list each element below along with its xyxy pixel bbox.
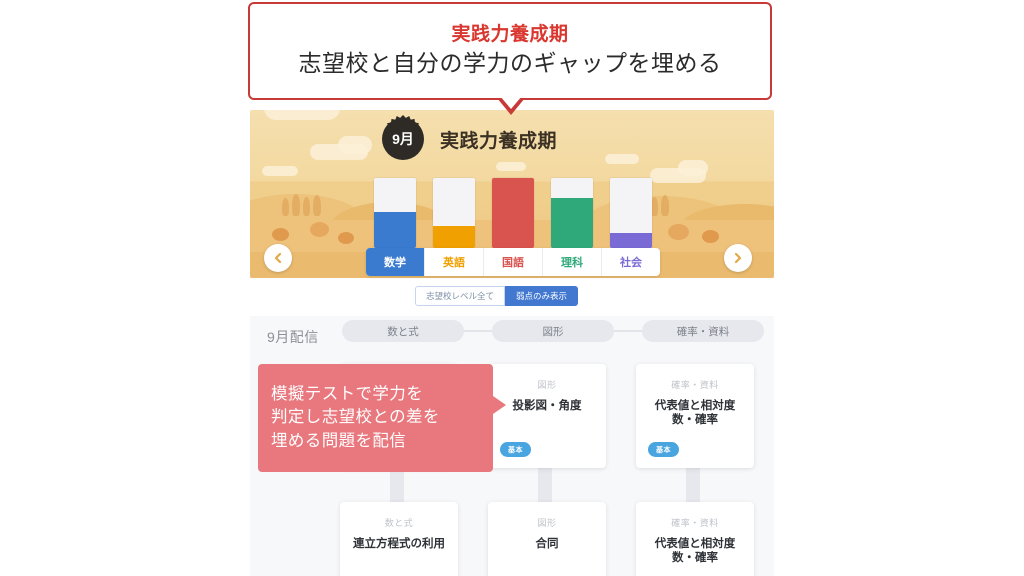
annotation-note-line: 模擬テストで学力を	[271, 384, 424, 403]
card-category-label: 図形	[537, 380, 557, 390]
next-month-button[interactable]	[724, 244, 752, 272]
annotation-note: 模擬テストで学力を 判定し志望校との差を 埋める問題を配信	[258, 364, 493, 472]
pumpkin-decor	[702, 230, 719, 243]
subject-tab-strip[interactable]: 数学 英語 国語 理科 社会	[366, 248, 660, 276]
tree-decor	[292, 194, 300, 216]
card-title: 合同	[535, 538, 559, 550]
subject-bar-fill	[551, 197, 593, 248]
pumpkin-decor	[272, 228, 289, 241]
card-category-label: 確率・資料	[671, 518, 719, 528]
callout-bubble: 実践力養成期 志望校と自分の学力のギャップを埋める	[248, 2, 772, 100]
card-level-badge: 基本	[500, 442, 531, 457]
card-title: 投影図・角度	[512, 400, 582, 412]
month-badge: 9月	[382, 118, 424, 160]
assignment-card[interactable]: 確率・資料代表値と相対度数・確率応用	[636, 502, 754, 576]
month-badge-label: 9月	[392, 131, 414, 147]
card-category-label: 確率・資料	[671, 380, 719, 390]
subject-tab-英語[interactable]: 英語	[425, 248, 484, 276]
pumpkin-decor	[310, 222, 329, 237]
annotation-note-line: 判定し志望校との差を	[271, 408, 440, 427]
chevron-right-icon	[732, 252, 744, 264]
subject-tab-社会[interactable]: 社会	[602, 248, 660, 276]
assignment-card[interactable]: 数と式連立方程式の利用応用	[340, 502, 458, 576]
filter-toggle-0[interactable]: 志望校レベル全て	[415, 286, 506, 306]
subject-bar-社会	[610, 178, 652, 248]
subject-bar-fill	[610, 232, 652, 248]
card-category-label: 数と式	[384, 518, 414, 528]
tree-decor	[651, 197, 658, 216]
slide-root: 実践力養成期 志望校と自分の学力のギャップを埋める 9月 実践力養成期 数学 英…	[0, 0, 1024, 576]
assignment-card[interactable]: 図形投影図・角度基本	[488, 364, 606, 468]
subject-bar-国語	[492, 178, 534, 248]
cloud-decor	[678, 160, 708, 176]
subject-bar-理科	[551, 178, 593, 248]
cloud-decor	[338, 136, 372, 154]
subject-bar-fill	[433, 225, 475, 248]
cloud-decor	[496, 162, 526, 171]
subject-bar-fill	[374, 211, 416, 248]
subject-tab-国語[interactable]: 国語	[484, 248, 543, 276]
callout-subtitle: 志望校と自分の学力のギャップを埋める	[298, 49, 722, 76]
card-level-badge: 基本	[648, 442, 679, 457]
subject-tab-理科[interactable]: 理科	[543, 248, 602, 276]
card-title: 代表値と相対度 数・確率	[654, 538, 736, 565]
subject-bar-fill	[492, 178, 534, 248]
prev-month-button[interactable]	[264, 244, 292, 272]
card-title: 連立方程式の利用	[353, 538, 445, 550]
filter-toggle-group[interactable]: 志望校レベル全て 弱点のみ表示	[415, 286, 579, 306]
subject-bar-英語	[433, 178, 475, 248]
card-title: 代表値と相対度 数・確率	[654, 400, 736, 427]
tree-decor	[661, 195, 669, 216]
filter-toggle-1[interactable]: 弱点のみ表示	[505, 286, 579, 306]
subject-bar-数学	[374, 178, 416, 248]
column-connector	[686, 468, 700, 504]
column-connector	[390, 468, 404, 504]
column-connector	[538, 468, 552, 504]
category-pill-数と式[interactable]: 数と式	[342, 320, 464, 342]
subject-bars	[374, 178, 652, 248]
category-pill-確率・資料[interactable]: 確率・資料	[642, 320, 764, 342]
chevron-left-icon	[272, 252, 284, 264]
callout-title: 実践力養成期	[451, 23, 569, 45]
category-pill-図形[interactable]: 図形	[492, 320, 614, 342]
subject-tab-数学[interactable]: 数学	[366, 248, 425, 276]
tree-decor	[282, 198, 289, 216]
cloud-decor	[262, 166, 298, 176]
annotation-note-line: 埋める問題を配信	[271, 431, 407, 450]
feed-month-label: 9月配信	[267, 329, 319, 345]
banner-title: 実践力養成期	[440, 131, 558, 152]
cloud-decor	[264, 110, 340, 120]
assignment-card[interactable]: 確率・資料代表値と相対度 数・確率基本	[636, 364, 754, 468]
callout-tail-inner	[500, 96, 522, 109]
card-category-label: 図形	[537, 518, 557, 528]
annotation-note-tail	[493, 396, 506, 414]
pumpkin-decor	[668, 224, 689, 240]
tree-decor	[313, 195, 321, 216]
assignment-card[interactable]: 図形合同応用	[488, 502, 606, 576]
cloud-decor	[605, 154, 639, 164]
tree-decor	[303, 197, 310, 216]
pumpkin-decor	[338, 232, 354, 244]
